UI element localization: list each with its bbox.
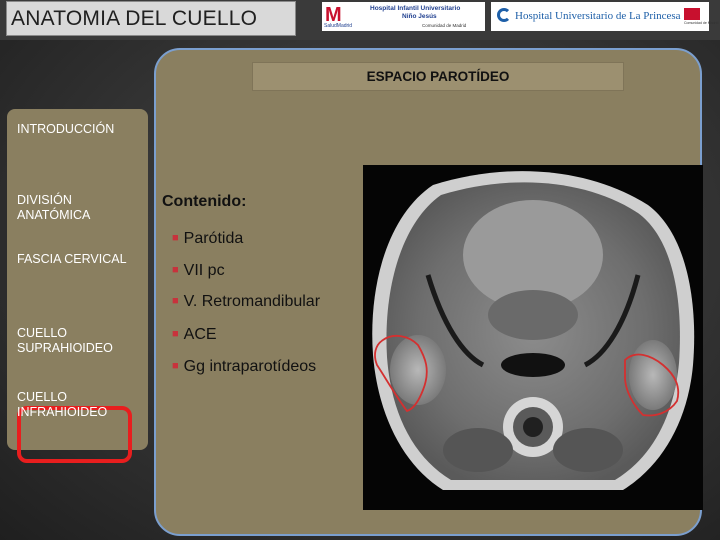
content-heading: Contenido:: [162, 193, 247, 210]
bullet-item: ■ ACE: [172, 326, 217, 344]
logo-line1: Hospital Infantil Universitario: [370, 5, 461, 12]
mri-axial-neck-icon: [372, 171, 695, 490]
logo-princesa-name: Hospital Universitario de La Princesa: [515, 10, 681, 22]
logo-line3: Comunidad de Madrid: [422, 23, 467, 28]
section-title: ESPACIO PAROTÍDEO: [366, 69, 510, 84]
nav-item-label: CUELLO INFRAHIOIDEO: [17, 390, 108, 419]
logo-nino-jesus: M SaludMadrid Hospital Infantil Universi…: [322, 2, 485, 31]
logo-princesa-sub: Comunidad de Madrid: [684, 21, 719, 25]
nav-item-cuello-suprahioideo[interactable]: CUELLO SUPRAHIOIDEO: [17, 311, 113, 356]
bullet-item: ■ Gg intraparotídeos: [172, 358, 316, 376]
bullet-square-icon: ■: [172, 328, 179, 340]
logo-la-princesa: Hospital Universitario de La Princesa Co…: [491, 2, 718, 31]
bullet-item: ■ VII pc: [172, 262, 225, 280]
bullet-text: Parótida: [183, 230, 244, 247]
nav-item-label: FASCIA CERVICAL: [17, 252, 127, 266]
nav-item-label: INTRODUCCIÓN: [17, 122, 115, 136]
nav-item-division-anatomica[interactable]: DIVISIÓN ANATÓMICA: [17, 178, 90, 223]
bullet-text: V. Retromandibular: [183, 293, 321, 310]
nav-panel: INTRODUCCIÓN DIVISIÓN ANATÓMICA FASCIA C…: [7, 109, 148, 463]
hospital-swirl-icon: [497, 8, 511, 22]
madrid-flag-icon: [684, 8, 700, 20]
nav-item-label: CUELLO SUPRAHIOIDEO: [17, 326, 113, 355]
nav-item-fascia-cervical[interactable]: FASCIA CERVICAL: [17, 252, 127, 267]
logo-line2: Niño Jesús: [402, 13, 437, 20]
bullet-item: ■ V. Retromandibular: [172, 293, 320, 311]
nav-item-cuello-infrahioideo[interactable]: CUELLO INFRAHIOIDEO: [17, 375, 107, 420]
bullet-square-icon: ■: [172, 264, 179, 276]
bullet-text: Gg intraparotídeos: [183, 358, 317, 375]
bullet-text: ACE: [183, 326, 217, 343]
bullet-item: ■ Parótida: [172, 230, 243, 248]
section-header: ESPACIO PAROTÍDEO: [252, 62, 624, 91]
bullet-square-icon: ■: [172, 295, 179, 307]
mri-image: [363, 165, 703, 510]
nav-item-label: DIVISIÓN ANATÓMICA: [17, 193, 91, 222]
page-title: ANATOMIA DEL CUELLO: [11, 7, 258, 30]
title-box: ANATOMIA DEL CUELLO: [6, 1, 296, 36]
nav-item-introduccion[interactable]: INTRODUCCIÓN: [17, 122, 114, 137]
bullet-square-icon: ■: [172, 360, 179, 372]
logo-sub: SaludMadrid: [324, 23, 353, 29]
bullet-square-icon: ■: [172, 232, 179, 244]
bullet-text: VII pc: [183, 262, 225, 279]
